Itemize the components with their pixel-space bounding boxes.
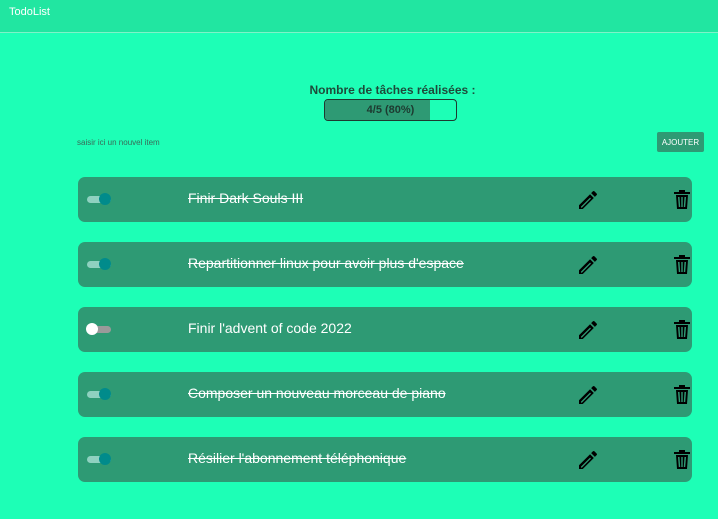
done-toggle[interactable] bbox=[87, 453, 111, 465]
pencil-icon[interactable] bbox=[576, 448, 600, 472]
progress-text: 4/5 (80%) bbox=[366, 104, 415, 116]
todo-label: Finir l'advent of code 2022 bbox=[188, 320, 352, 336]
trash-icon[interactable] bbox=[674, 190, 690, 209]
done-toggle[interactable] bbox=[87, 193, 111, 205]
app-title: TodoList bbox=[9, 6, 50, 18]
pencil-icon[interactable] bbox=[576, 318, 600, 342]
trash-icon[interactable] bbox=[674, 320, 690, 339]
todo-label: Finir Dark Souls III bbox=[188, 190, 304, 206]
done-toggle[interactable] bbox=[87, 388, 111, 400]
top-bar: TodoList bbox=[0, 0, 718, 33]
todo-row: Composer un nouveau morceau de piano bbox=[78, 372, 692, 417]
progress-bar: 4/5 (80%) bbox=[324, 99, 457, 121]
trash-icon[interactable] bbox=[674, 450, 690, 469]
todo-label: Repartitionner linux pour avoir plus d'e… bbox=[188, 255, 464, 271]
done-toggle[interactable] bbox=[87, 258, 111, 270]
todo-row: Finir Dark Souls III bbox=[78, 177, 692, 222]
todo-label: Résilier l'abonnement téléphonique bbox=[188, 450, 407, 466]
pencil-icon[interactable] bbox=[576, 253, 600, 277]
pencil-icon[interactable] bbox=[576, 188, 600, 212]
pencil-icon[interactable] bbox=[576, 383, 600, 407]
todo-row: Résilier l'abonnement téléphonique bbox=[78, 437, 692, 482]
progress-label: Nombre de tâches réalisées : bbox=[309, 83, 476, 97]
done-toggle[interactable] bbox=[86, 323, 111, 335]
trash-icon[interactable] bbox=[674, 255, 690, 274]
todo-label: Composer un nouveau morceau de piano bbox=[188, 385, 446, 401]
trash-icon[interactable] bbox=[674, 385, 690, 404]
todo-row: Repartitionner linux pour avoir plus d'e… bbox=[78, 242, 692, 287]
add-button[interactable]: AJOUTER bbox=[657, 132, 704, 152]
new-item-input[interactable] bbox=[75, 135, 327, 149]
todo-row: Finir l'advent of code 2022 bbox=[78, 307, 692, 352]
